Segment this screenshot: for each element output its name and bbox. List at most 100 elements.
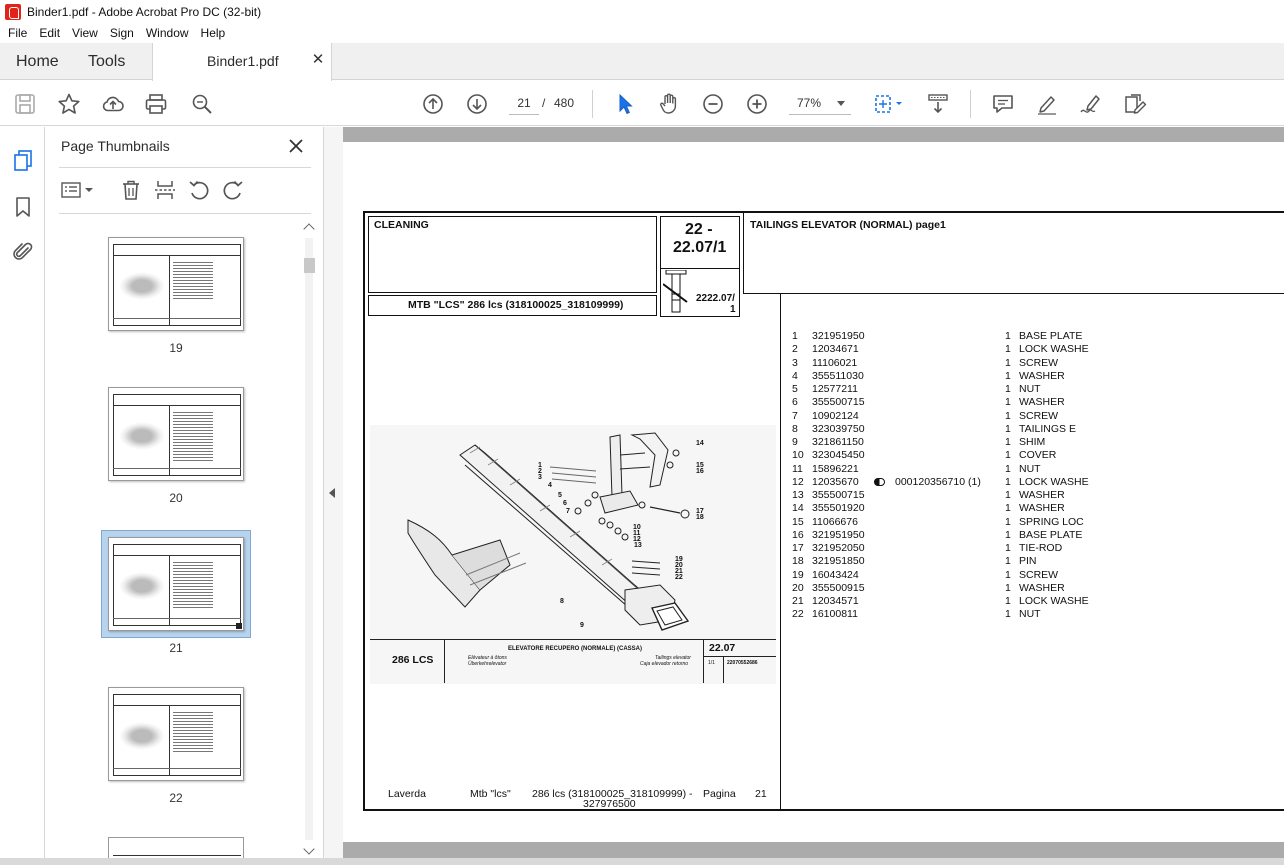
- column-divider: [780, 294, 781, 811]
- extract-pages-icon[interactable]: [153, 178, 177, 202]
- draw-sign-icon[interactable]: [1079, 92, 1103, 116]
- tab-home[interactable]: Home: [16, 43, 59, 80]
- thumbnail-drawing: [119, 572, 165, 600]
- thumbnail-text-lines: [173, 410, 213, 462]
- bookmark-star-icon[interactable]: [57, 92, 81, 116]
- footer-page-number: 21: [755, 788, 767, 800]
- page-thumbnails-icon[interactable]: [11, 148, 35, 172]
- part-quantity: 1: [1005, 462, 1011, 475]
- comment-icon[interactable]: [991, 92, 1015, 116]
- page-thumbnail-19[interactable]: [108, 237, 244, 331]
- part-code: 355500715: [812, 396, 865, 409]
- select-cursor-icon[interactable]: [613, 92, 637, 116]
- zoom-search-icon[interactable]: [190, 92, 214, 116]
- zoom-in-icon[interactable]: [745, 92, 769, 116]
- part-quantity: 1: [1005, 515, 1011, 528]
- menu-file[interactable]: File: [2, 26, 33, 40]
- tab-tools[interactable]: Tools: [88, 43, 125, 80]
- part-position: 5: [792, 383, 798, 395]
- thumbnail-footer-line: [113, 468, 241, 469]
- table-code-bottom: 22.07/1: [673, 239, 727, 256]
- parts-row: 21 12034571 1 LOCK WASHE: [792, 595, 1282, 608]
- drawing-callout: 9: [580, 622, 584, 629]
- menu-sign[interactable]: Sign: [104, 26, 140, 40]
- drawing-callout: 8: [560, 598, 564, 605]
- scroll-up-icon[interactable]: [303, 223, 315, 235]
- part-code: 321952050: [812, 542, 865, 554]
- bookmarks-icon[interactable]: [11, 195, 35, 219]
- attachments-paperclip-icon[interactable]: [11, 240, 35, 264]
- part-description: LOCK WASHE: [1019, 475, 1089, 488]
- part-description: SCREW: [1019, 568, 1059, 581]
- panel-divider: [59, 213, 311, 214]
- parts-row: 19 16043424 1 SCREW: [792, 569, 1282, 582]
- rotate-counterclockwise-icon[interactable]: [187, 178, 211, 202]
- part-position: 9: [792, 436, 798, 448]
- page-thumbnail-22[interactable]: [108, 687, 244, 781]
- drawing-caption: 286 LCS ELEVATORE RECUPERO (NORMALE) (CA…: [370, 639, 776, 684]
- print-icon[interactable]: [144, 92, 168, 116]
- toolbar: 21 / 480 77%: [0, 81, 1284, 126]
- close-panel-icon[interactable]: [288, 138, 304, 154]
- part-description: NUT: [1019, 462, 1041, 475]
- toolbar-divider: [970, 90, 971, 118]
- zoom-dropdown[interactable]: 77%: [789, 91, 851, 115]
- scroll-mode-icon[interactable]: [926, 92, 950, 116]
- part-code: 11106021: [812, 356, 858, 369]
- part-code: 323045450: [812, 449, 865, 462]
- part-description: COVER: [1019, 449, 1057, 462]
- thumbnail-label: 21: [169, 641, 183, 655]
- options-menu-icon[interactable]: [60, 178, 96, 202]
- footer-page-label: Pagina: [703, 788, 736, 800]
- panel-divider: [59, 167, 311, 168]
- acrobat-app-icon: [5, 3, 21, 20]
- save-icon[interactable]: [13, 92, 37, 116]
- part-quantity: 1: [1005, 528, 1011, 541]
- page-number-input[interactable]: 21: [509, 91, 539, 115]
- close-tab-icon[interactable]: ✕: [311, 52, 325, 67]
- document-viewport[interactable]: CLEANING MTB "LCS" 286 lcs (318100025_31…: [343, 127, 1284, 865]
- edit-form-icon[interactable]: [1123, 92, 1147, 116]
- part-position: 11: [792, 462, 803, 475]
- menu-edit[interactable]: Edit: [33, 26, 66, 40]
- thumbnail-scrollbar[interactable]: [302, 222, 316, 856]
- part-description: WASHER: [1019, 396, 1065, 409]
- part-position: 2: [792, 343, 798, 356]
- next-page-icon[interactable]: [465, 92, 489, 116]
- hand-tool-icon[interactable]: [657, 92, 681, 116]
- previous-page-icon[interactable]: [421, 92, 445, 116]
- part-description: WASHER: [1019, 502, 1065, 515]
- model-line: MTB "LCS" 286 lcs (318100025_318109999): [408, 299, 624, 311]
- rotate-clockwise-icon[interactable]: [221, 178, 245, 202]
- part-quantity: 1: [1005, 542, 1011, 554]
- menu-view[interactable]: View: [66, 26, 104, 40]
- zoom-out-icon[interactable]: [701, 92, 725, 116]
- part-quantity: 1: [1005, 330, 1011, 342]
- part-position: 22: [792, 608, 804, 621]
- parts-row: 13 355500715 1 WASHER: [792, 489, 1282, 502]
- cloud-upload-icon[interactable]: [101, 92, 125, 116]
- caption-drawing-no: 22070552686: [727, 660, 758, 666]
- delete-page-icon[interactable]: [119, 178, 143, 202]
- menu-window[interactable]: Window: [140, 26, 195, 40]
- part-description: PIN: [1019, 555, 1037, 568]
- scroll-down-icon[interactable]: [303, 843, 315, 855]
- page-thumbnail-21[interactable]: [108, 537, 244, 631]
- part-code: 323039750: [812, 422, 865, 435]
- page-thumbnails-panel: Page Thumbnails 19 20 21 22: [45, 127, 324, 865]
- fit-page-icon[interactable]: [872, 92, 906, 116]
- tab-document[interactable]: Binder1.pdf ✕: [152, 43, 332, 81]
- page-thumbnail-20[interactable]: [108, 387, 244, 481]
- thumbnail-divider: [169, 706, 170, 776]
- collapse-panel-icon[interactable]: [329, 488, 335, 498]
- thumbnail-resize-handle[interactable]: [236, 623, 242, 629]
- scrollbar-thumb[interactable]: [304, 258, 315, 273]
- part-position: 8: [792, 422, 798, 435]
- highlight-pen-icon[interactable]: [1035, 92, 1059, 116]
- panel-splitter[interactable]: [324, 127, 343, 865]
- scrollbar-track[interactable]: [305, 238, 313, 840]
- parts-list: 1 321951950 1 BASE PLATE 2 12034671 1 LOCK WASH…: [792, 330, 1282, 620]
- chevron-down-icon: [837, 101, 845, 106]
- menu-help[interactable]: Help: [195, 26, 232, 40]
- part-code: 12034671: [812, 343, 859, 356]
